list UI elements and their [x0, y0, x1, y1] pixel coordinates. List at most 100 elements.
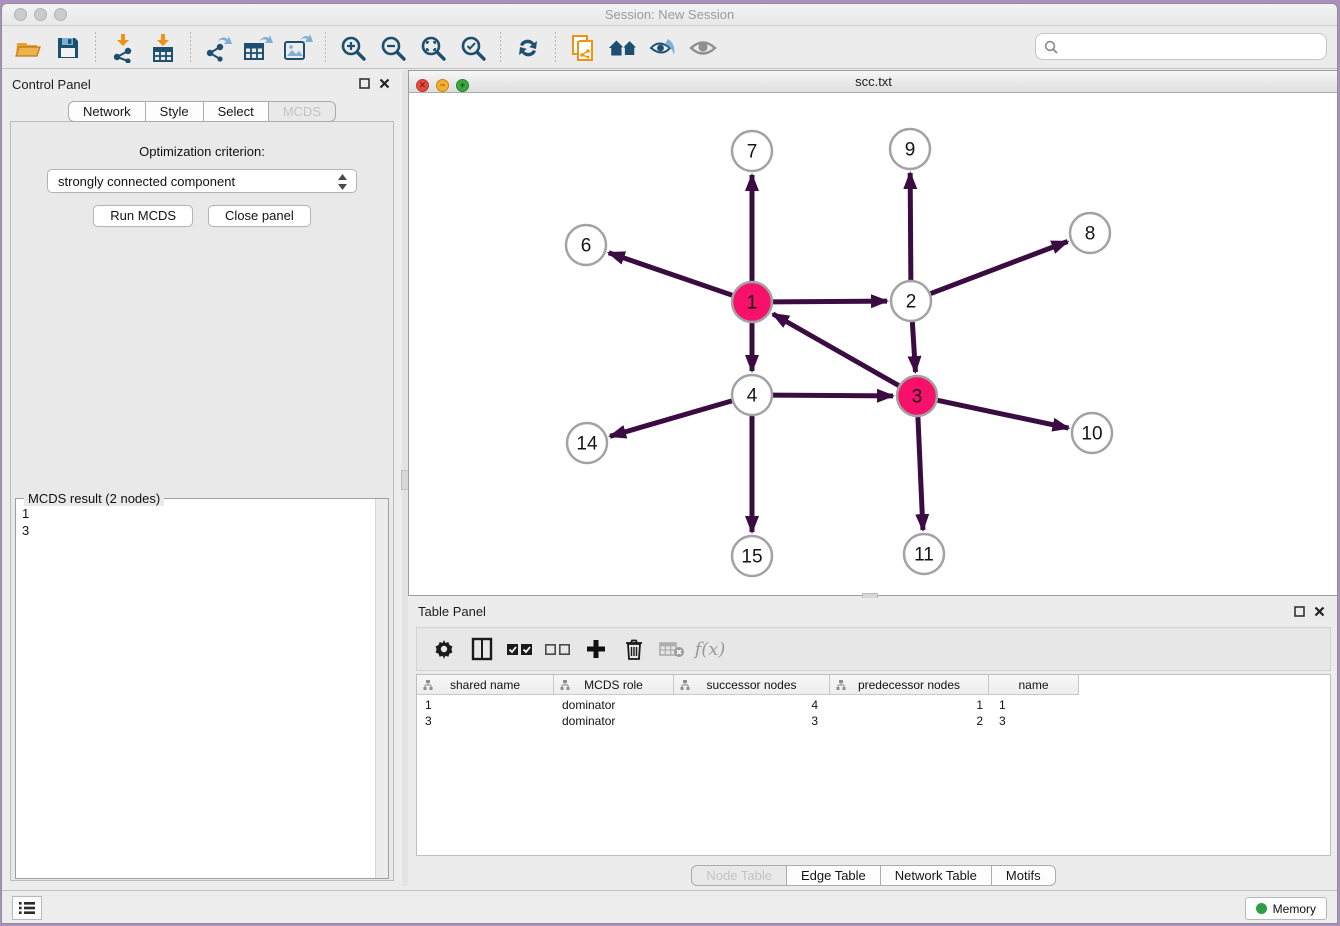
search-icon — [1044, 40, 1058, 54]
graph-edge-3-1[interactable] — [773, 314, 899, 386]
cell-predecessor-nodes: 1 — [830, 698, 989, 714]
hide-style-icon[interactable] — [647, 32, 679, 64]
task-list-icon — [19, 901, 35, 915]
close-table-panel-icon[interactable] — [1314, 606, 1325, 617]
tab-style[interactable]: Style — [146, 101, 204, 122]
network-canvas[interactable]: 7968124314101511 — [409, 93, 1338, 595]
add-column-icon[interactable] — [579, 634, 613, 664]
tab-network[interactable]: Network — [68, 101, 146, 122]
table-row[interactable]: 1 dominator 4 1 1 — [417, 698, 1330, 714]
tab-mcds[interactable]: MCDS — [269, 101, 336, 122]
window-title: Session: New Session — [2, 7, 1337, 22]
graph-node-label-7: 7 — [747, 142, 758, 163]
graph-node-label-6: 6 — [581, 236, 592, 257]
duplicate-network-icon[interactable] — [567, 32, 599, 64]
column-visibility-icon[interactable] — [465, 634, 499, 664]
memory-label: Memory — [1273, 902, 1316, 916]
open-session-icon[interactable] — [12, 32, 44, 64]
graph-node-label-1: 1 — [747, 293, 758, 314]
import-table-icon[interactable] — [147, 32, 179, 64]
select-all-icon[interactable] — [503, 634, 537, 664]
control-panel: Control Panel Network Style Select MCDS … — [2, 70, 402, 886]
graph-node-label-4: 4 — [747, 386, 758, 407]
optimization-criterion-dropdown[interactable]: strongly connected component — [47, 169, 357, 193]
graph-edge-1-2[interactable] — [773, 301, 887, 302]
zoom-in-icon[interactable] — [337, 32, 369, 64]
tab-node-table[interactable]: Node Table — [691, 865, 787, 886]
cell-predecessor-nodes: 2 — [830, 714, 989, 730]
graph-edge-2-9[interactable] — [910, 173, 911, 280]
zoom-out-icon[interactable] — [377, 32, 409, 64]
graph-edge-4-3[interactable] — [773, 395, 893, 396]
tab-edge-table[interactable]: Edge Table — [787, 865, 881, 886]
column-type-icon — [680, 680, 690, 690]
table-options-icon[interactable] — [427, 634, 461, 664]
table-row[interactable]: 3 dominator 3 2 3 — [417, 714, 1330, 730]
apply-function-icon[interactable]: f(x) — [693, 634, 727, 664]
graph-edge-3-11[interactable] — [918, 417, 923, 530]
network-view-window: ✕−+ scc.txt 7968124314101511 — [408, 70, 1338, 596]
search-input[interactable] — [1064, 39, 1326, 54]
cell-name: 3 — [989, 714, 1079, 730]
table-toolbar: f(x) — [416, 627, 1331, 671]
tab-network-table[interactable]: Network Table — [881, 865, 992, 886]
float-table-panel-icon[interactable] — [1294, 606, 1305, 617]
graph-node-label-10: 10 — [1081, 424, 1102, 445]
column-type-icon — [423, 680, 433, 690]
graph-node-label-2: 2 — [906, 292, 917, 313]
window-titlebar: Session: New Session — [2, 4, 1337, 26]
column-header-shared-name[interactable]: shared name — [417, 675, 554, 695]
deselect-all-icon[interactable] — [541, 634, 575, 664]
task-history-button[interactable] — [12, 896, 42, 920]
tab-select[interactable]: Select — [204, 101, 269, 122]
search-field[interactable] — [1035, 33, 1327, 60]
graph-node-label-14: 14 — [576, 434, 598, 455]
delete-table-icon[interactable] — [655, 634, 689, 664]
column-type-icon — [560, 680, 570, 690]
mcds-result-line: 1 — [22, 505, 368, 522]
mcds-result-list[interactable]: 1 3 — [16, 501, 374, 878]
cell-shared-name: 3 — [417, 714, 554, 730]
import-network-icon[interactable] — [107, 32, 139, 64]
dropdown-stepper-icon — [337, 173, 348, 194]
save-session-icon[interactable] — [52, 32, 84, 64]
dropdown-value: strongly connected component — [58, 174, 235, 189]
graph-edge-1-6[interactable] — [609, 253, 732, 295]
export-table-icon[interactable] — [242, 32, 274, 64]
graph-edge-2-3[interactable] — [912, 322, 915, 372]
export-image-icon[interactable] — [282, 32, 314, 64]
close-panel-icon[interactable] — [379, 78, 390, 89]
table-panel: Table Panel — [408, 598, 1338, 893]
apply-layout-icon[interactable] — [512, 32, 544, 64]
table-panel-title: Table Panel — [418, 604, 486, 619]
home-view-icon[interactable] — [607, 32, 639, 64]
close-panel-button[interactable]: Close panel — [208, 205, 311, 227]
preview-eye-icon[interactable] — [687, 32, 719, 64]
cell-shared-name: 1 — [417, 698, 554, 714]
column-header-mcds-role[interactable]: MCDS role — [554, 675, 674, 695]
network-window-title: scc.txt — [409, 74, 1338, 89]
mcds-result-line: 3 — [22, 522, 368, 539]
delete-column-icon[interactable] — [617, 634, 651, 664]
graph-edge-3-10[interactable] — [938, 400, 1069, 428]
memory-button[interactable]: Memory — [1245, 897, 1327, 920]
control-panel-header: Control Panel — [2, 70, 402, 100]
control-panel-tabs: Network Style Select MCDS — [2, 101, 402, 122]
float-panel-icon[interactable] — [359, 78, 370, 89]
status-bar: Memory — [2, 890, 1337, 924]
tab-motifs[interactable]: Motifs — [992, 865, 1056, 886]
cell-mcds-role: dominator — [554, 698, 674, 714]
column-header-successor-nodes[interactable]: successor nodes — [674, 675, 830, 695]
run-mcds-button[interactable]: Run MCDS — [93, 205, 193, 227]
column-header-name[interactable]: name — [989, 675, 1079, 695]
graph-edge-2-8[interactable] — [931, 242, 1068, 294]
control-panel-title: Control Panel — [12, 77, 91, 92]
network-window-titlebar: ✕−+ scc.txt — [409, 71, 1338, 93]
zoom-selected-icon[interactable] — [457, 32, 489, 64]
zoom-fit-icon[interactable] — [417, 32, 449, 64]
graph-edge-4-14[interactable] — [610, 401, 732, 436]
export-network-icon[interactable] — [202, 32, 234, 64]
column-header-predecessor-nodes[interactable]: predecessor nodes — [830, 675, 989, 695]
cell-name: 1 — [989, 698, 1079, 714]
result-scrollbar[interactable] — [375, 499, 388, 878]
